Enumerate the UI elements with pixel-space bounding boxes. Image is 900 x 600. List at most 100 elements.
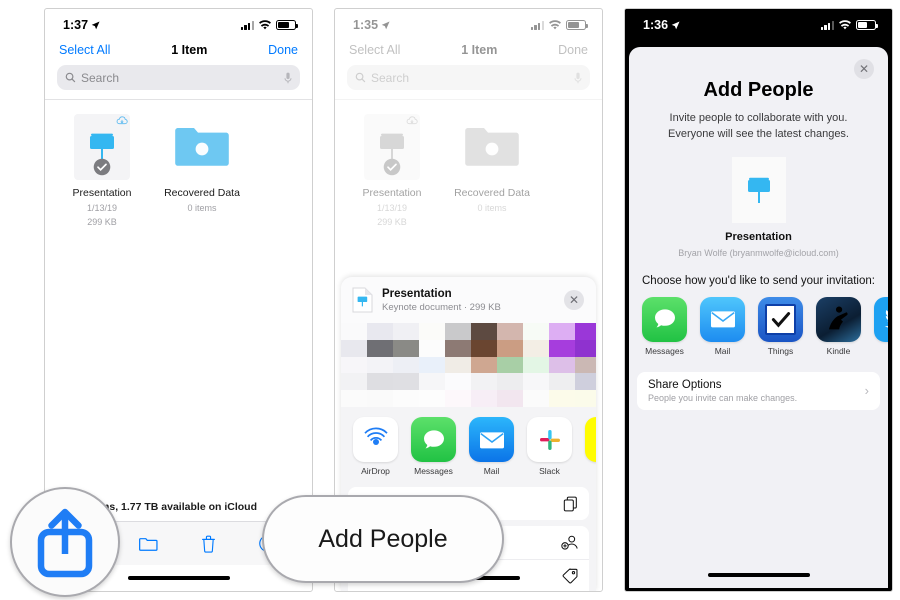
search-area-1: Search: [45, 65, 312, 99]
invite-app-kindle[interactable]: Kindle: [816, 296, 861, 356]
messages-icon: [642, 296, 687, 342]
app-label: Mail: [714, 345, 731, 356]
keynote-document-icon: [731, 156, 786, 223]
contact-thumbnails-blurred: [341, 323, 596, 407]
twitter-icon: [874, 296, 888, 342]
file-name: Presentation: [362, 187, 422, 199]
folder-icon: [465, 128, 519, 166]
add-people-modal: ✕ Add People Invite people to collaborat…: [629, 47, 888, 588]
microphone-icon[interactable]: [284, 72, 292, 84]
phone-screen-3: 1:36 ✕ Add People Invite people to colla…: [624, 8, 893, 592]
file-name: Recovered Data: [454, 187, 530, 199]
shared-document-preview: Presentation Bryan Wolfe (bryanmwolfe@ic…: [629, 156, 888, 258]
search-input[interactable]: Search: [347, 65, 590, 90]
share-app-slack[interactable]: Slack: [527, 417, 572, 476]
share-options-row[interactable]: Share Options People you invite can make…: [637, 371, 880, 410]
dimmed-background-2: 1:35 Select All 1 Item Done Search Prese…: [335, 9, 602, 228]
nav-bar-1: Select All 1 Item Done: [45, 39, 312, 65]
status-bar-3: 1:36: [625, 9, 892, 39]
share-options-title: Share Options: [648, 378, 722, 391]
invite-app-messages[interactable]: Messages: [642, 296, 687, 356]
callout-label: Add People: [318, 524, 448, 553]
select-all-button[interactable]: Select All: [59, 43, 110, 57]
share-sheet-header: Presentation Keynote document · 299 KB ✕: [341, 277, 596, 323]
search-input[interactable]: Search: [57, 65, 300, 90]
location-arrow-icon: [381, 20, 390, 29]
file-item-recovered-data[interactable]: Recovered Data 0 items: [163, 114, 241, 228]
file-grid-2: Presentation 1/13/19 299 KB Recovered Da…: [335, 100, 602, 228]
status-left-2: 1:35: [353, 18, 390, 32]
select-all-button[interactable]: Select All: [349, 43, 400, 57]
selected-check-icon: [383, 158, 401, 176]
slack-icon: [527, 417, 572, 462]
screenshot-stage: 1:37 Select All 1 Item Done Search Prese…: [0, 0, 900, 600]
file-item-recovered-data[interactable]: Recovered Data 0 items: [453, 114, 531, 228]
nav-bar-2: Select All 1 Item Done: [335, 39, 602, 65]
keynote-document-icon: [364, 114, 420, 180]
share-app-messages[interactable]: Messages: [411, 417, 456, 476]
done-button[interactable]: Done: [558, 43, 588, 57]
page-title: Add People: [703, 79, 814, 101]
share-sheet-doc-info: Presentation Keynote document · 299 KB: [382, 288, 555, 313]
share-app-mail[interactable]: Mail: [469, 417, 514, 476]
status-right-2: [530, 19, 588, 31]
search-icon: [355, 72, 366, 83]
done-button[interactable]: Done: [268, 43, 298, 57]
file-item-presentation[interactable]: Presentation 1/13/19 299 KB: [63, 114, 141, 228]
status-time: 1:35: [353, 18, 379, 32]
kindle-icon: [816, 296, 861, 342]
battery-icon: [566, 20, 588, 30]
search-placeholder: Search: [81, 70, 120, 85]
callout-share-icon: [10, 487, 120, 597]
file-name: Presentation: [72, 187, 132, 199]
keynote-document-icon: [74, 114, 130, 180]
invite-app-mail[interactable]: Mail: [700, 296, 745, 356]
app-label: Things: [767, 345, 794, 356]
wifi-icon: [259, 19, 271, 29]
status-bar-2: 1:35: [335, 9, 602, 39]
share-app-airdrop[interactable]: AirDrop: [353, 417, 398, 476]
invite-app-things[interactable]: Things: [758, 296, 803, 356]
file-size: 299 KB: [377, 217, 407, 228]
wifi-icon: [839, 19, 851, 29]
status-right-3: [820, 19, 878, 31]
file-size: 299 KB: [87, 217, 117, 228]
file-grid-1: Presentation 1/13/19 299 KB Recovered Da…: [45, 100, 312, 228]
file-date: 1/13/19: [376, 203, 408, 214]
close-icon[interactable]: ✕: [854, 59, 874, 79]
status-time: 1:37: [63, 18, 89, 32]
app-label: Sn: [585, 466, 596, 476]
callout-add-people: Add People: [262, 495, 504, 583]
trash-icon[interactable]: [201, 535, 216, 553]
share-options-texts: Share Options People you invite can make…: [648, 379, 797, 403]
messages-icon: [411, 417, 456, 462]
file-name: Recovered Data: [164, 187, 240, 199]
keynote-document-icon: [352, 287, 373, 313]
app-label: Messages: [645, 345, 684, 356]
file-item-presentation[interactable]: Presentation 1/13/19 299 KB: [353, 114, 431, 228]
document-owner: Bryan Wolfe (bryanmwolfe@icloud.com): [678, 247, 839, 258]
folder-thumb: [174, 114, 230, 180]
invite-app-twitter[interactable]: T: [874, 296, 888, 356]
new-folder-icon[interactable]: [138, 536, 158, 552]
file-date: 1/13/19: [86, 203, 118, 214]
cellular-signal-icon: [240, 20, 254, 30]
app-label: Mail: [483, 466, 500, 476]
item-count-title: 1 Item: [171, 43, 208, 57]
things-icon: [758, 296, 803, 342]
app-label: T: [874, 346, 888, 356]
cellular-signal-icon: [530, 20, 544, 30]
microphone-icon[interactable]: [574, 72, 582, 84]
search-area-2: Search: [335, 65, 602, 99]
tag-icon: [562, 568, 578, 584]
battery-icon: [276, 20, 298, 30]
close-icon[interactable]: ✕: [564, 290, 584, 310]
status-time: 1:36: [643, 18, 669, 32]
icloud-download-icon: [406, 116, 418, 125]
cellular-signal-icon: [820, 20, 834, 30]
share-app-snapchat[interactable]: Sn: [585, 417, 596, 476]
copy-icon: [563, 496, 577, 511]
chevron-right-icon: ›: [864, 383, 869, 399]
modal-description: Invite people to collaborate with you. E…: [668, 112, 849, 140]
status-right-1: [240, 19, 298, 31]
